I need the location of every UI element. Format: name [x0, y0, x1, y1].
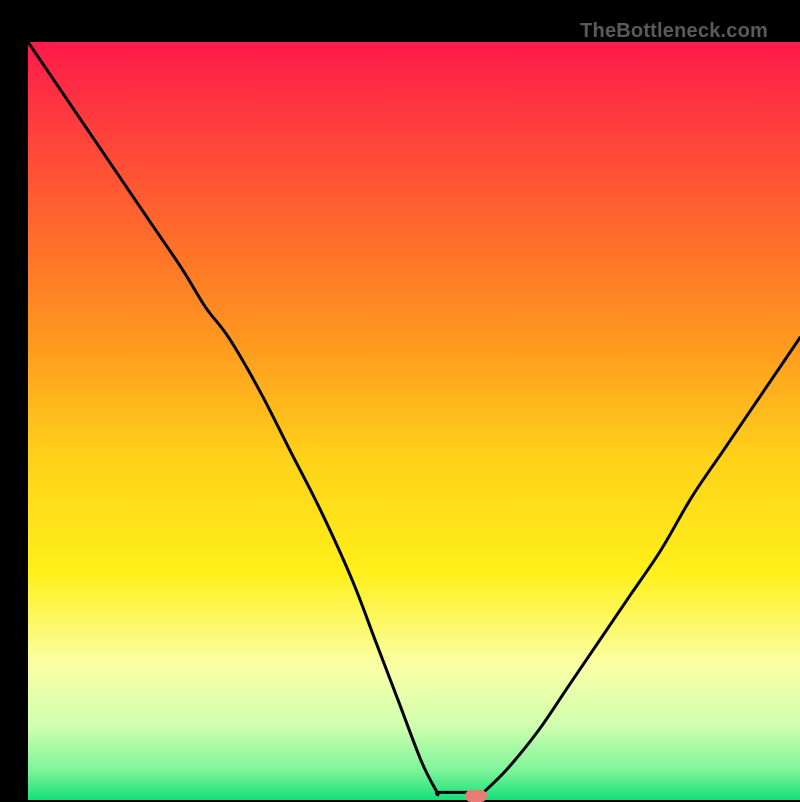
plot-svg [28, 42, 800, 800]
gradient-background [28, 42, 800, 800]
plot-area [28, 42, 800, 800]
minimum-marker [465, 790, 487, 802]
watermark-text: TheBottleneck.com [580, 20, 768, 43]
chart-frame: TheBottleneck.com [14, 14, 786, 786]
